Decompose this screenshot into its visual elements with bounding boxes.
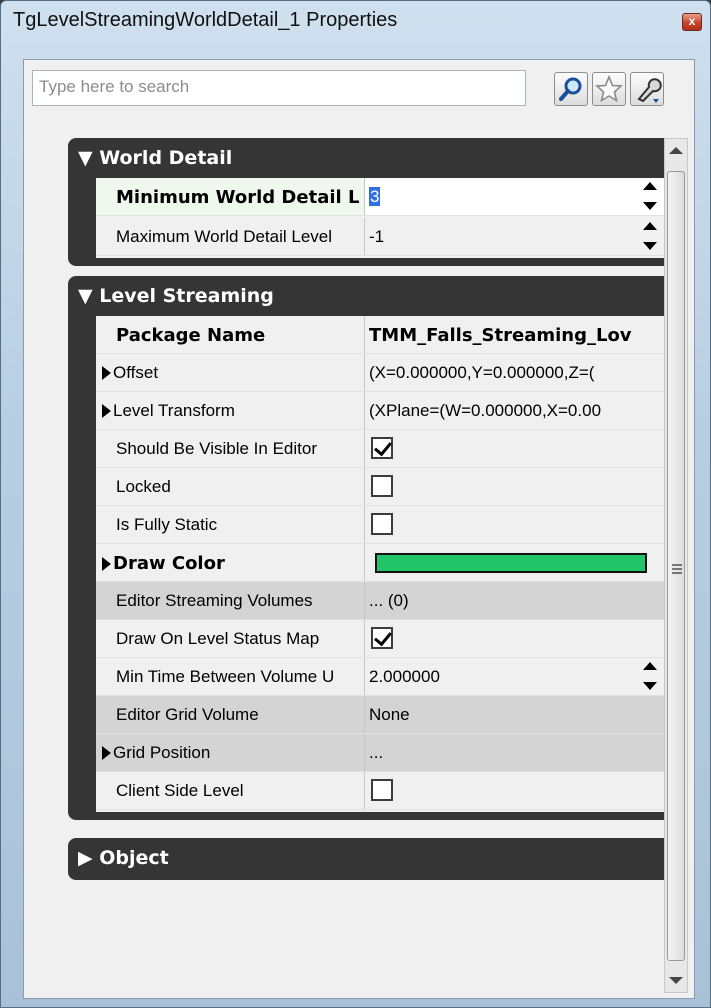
value-spinner[interactable] (642, 180, 657, 212)
category-object[interactable]: ▶ Object (68, 838, 664, 880)
property-row-draw-color[interactable]: Draw Color (96, 544, 664, 582)
property-value[interactable]: TMM_Falls_Streaming_Lov (364, 316, 664, 353)
value-spinner[interactable] (642, 660, 657, 692)
property-row-client-side-level[interactable]: Client Side Level (96, 772, 664, 810)
property-name: Editor Grid Volume (116, 705, 259, 724)
property-value[interactable]: None (364, 696, 664, 733)
property-value[interactable]: ... (0) (364, 582, 664, 619)
property-value[interactable]: ... (364, 734, 664, 771)
property-name: Editor Streaming Volumes (116, 591, 313, 610)
property-value[interactable]: (X=0.000000,Y=0.000000,Z=( (364, 354, 664, 391)
category-gutter (68, 316, 96, 812)
close-button[interactable]: x (682, 13, 702, 31)
spin-up-icon[interactable] (643, 662, 657, 670)
property-name: Client Side Level (116, 781, 244, 800)
spin-down-icon[interactable] (643, 242, 657, 250)
search-icon (559, 77, 582, 101)
property-name: Minimum World Detail L (116, 187, 360, 208)
spin-up-icon[interactable] (643, 222, 657, 230)
spin-down-icon[interactable] (643, 682, 657, 690)
property-row-level-transform[interactable]: Level Transform (XPlane=(W=0.000000,X=0.… (96, 392, 664, 430)
property-name: Grid Position (113, 743, 211, 762)
expand-arrow-icon[interactable] (102, 746, 111, 760)
property-row-editor-streaming-volumes[interactable]: Editor Streaming Volumes ... (0) (96, 582, 664, 620)
settings-wrench-icon (637, 78, 662, 103)
property-name: Draw On Level Status Map (116, 629, 320, 648)
scroll-down-icon[interactable] (669, 977, 683, 984)
window-title: TgLevelStreamingWorldDetail_1 Properties (13, 9, 398, 31)
property-row-min-time-between-volume[interactable]: Min Time Between Volume U 2.000000 (96, 658, 664, 696)
property-name: Level Transform (113, 401, 235, 420)
value-spinner[interactable] (642, 220, 657, 252)
scroll-up-icon[interactable] (669, 147, 683, 154)
search-button[interactable] (554, 72, 588, 106)
property-row-minimum-world-detail[interactable]: Minimum World Detail L 3 (96, 178, 664, 216)
property-value-input[interactable]: 3 (369, 187, 381, 206)
close-icon: x (688, 14, 696, 28)
category-label: ▼ World Detail (78, 147, 233, 169)
grip-icon (672, 564, 682, 566)
category-level-streaming[interactable]: ▼ Level Streaming (68, 276, 664, 316)
visible-in-editor-checkbox[interactable] (371, 437, 393, 459)
property-row-maximum-world-detail[interactable]: Maximum World Detail Level -1 (96, 218, 664, 256)
favorites-button[interactable] (592, 72, 626, 106)
property-name: Offset (113, 363, 159, 382)
category-world-detail[interactable]: ▼ World Detail (68, 138, 664, 178)
property-name: Min Time Between Volume U (116, 667, 335, 686)
category-label: ▶ Object (78, 847, 169, 869)
search-input[interactable]: Type here to search (32, 70, 526, 106)
draw-color-swatch[interactable] (375, 553, 647, 573)
expand-arrow-icon[interactable] (102, 557, 111, 571)
properties-window: TgLevelStreamingWorldDetail_1 Properties… (0, 0, 711, 1008)
client-side-level-checkbox[interactable] (371, 779, 393, 801)
expand-arrow-icon[interactable] (102, 366, 111, 380)
property-grid: ▼ World Detail Minimum World Detail L 3 … (68, 138, 664, 993)
property-value-input[interactable]: -1 (369, 227, 384, 246)
property-name: Package Name (116, 325, 266, 346)
property-name: Draw Color (113, 553, 225, 574)
spin-up-icon[interactable] (643, 182, 657, 190)
property-row-draw-on-level-status-map[interactable]: Draw On Level Status Map (96, 620, 664, 658)
locked-checkbox[interactable] (371, 475, 393, 497)
scroll-thumb[interactable] (667, 171, 685, 961)
property-value[interactable]: (XPlane=(W=0.000000,X=0.00 (364, 392, 664, 429)
title-bar[interactable]: TgLevelStreamingWorldDetail_1 Properties… (1, 1, 710, 39)
property-name: Is Fully Static (116, 515, 218, 534)
fully-static-checkbox[interactable] (371, 513, 393, 535)
property-row-editor-grid-volume[interactable]: Editor Grid Volume None (96, 696, 664, 734)
property-name: Maximum World Detail Level (116, 227, 333, 246)
property-row-should-be-visible-in-editor[interactable]: Should Be Visible In Editor (96, 430, 664, 468)
settings-button[interactable] (630, 72, 664, 106)
category-label: ▼ Level Streaming (78, 285, 274, 307)
category-footer (68, 258, 664, 266)
property-row-offset[interactable]: Offset (X=0.000000,Y=0.000000,Z=( (96, 354, 664, 392)
favorite-star-icon (595, 74, 623, 103)
property-row-locked[interactable]: Locked (96, 468, 664, 506)
property-value-input[interactable]: 2.000000 (369, 667, 440, 686)
expand-arrow-icon[interactable] (102, 404, 111, 418)
property-row-grid-position[interactable]: Grid Position ... (96, 734, 664, 772)
category-gutter (68, 178, 96, 258)
draw-on-status-map-checkbox[interactable] (371, 627, 393, 649)
property-row-is-fully-static[interactable]: Is Fully Static (96, 506, 664, 544)
property-name: Should Be Visible In Editor (116, 439, 317, 458)
property-name: Locked (116, 477, 171, 496)
spin-down-icon[interactable] (643, 202, 657, 210)
property-row-package-name[interactable]: Package Name TMM_Falls_Streaming_Lov (96, 316, 664, 354)
category-footer (68, 812, 664, 820)
properties-panel: Type here to search ▼ World Detail Minim… (23, 59, 695, 999)
vertical-scrollbar[interactable] (664, 138, 688, 993)
